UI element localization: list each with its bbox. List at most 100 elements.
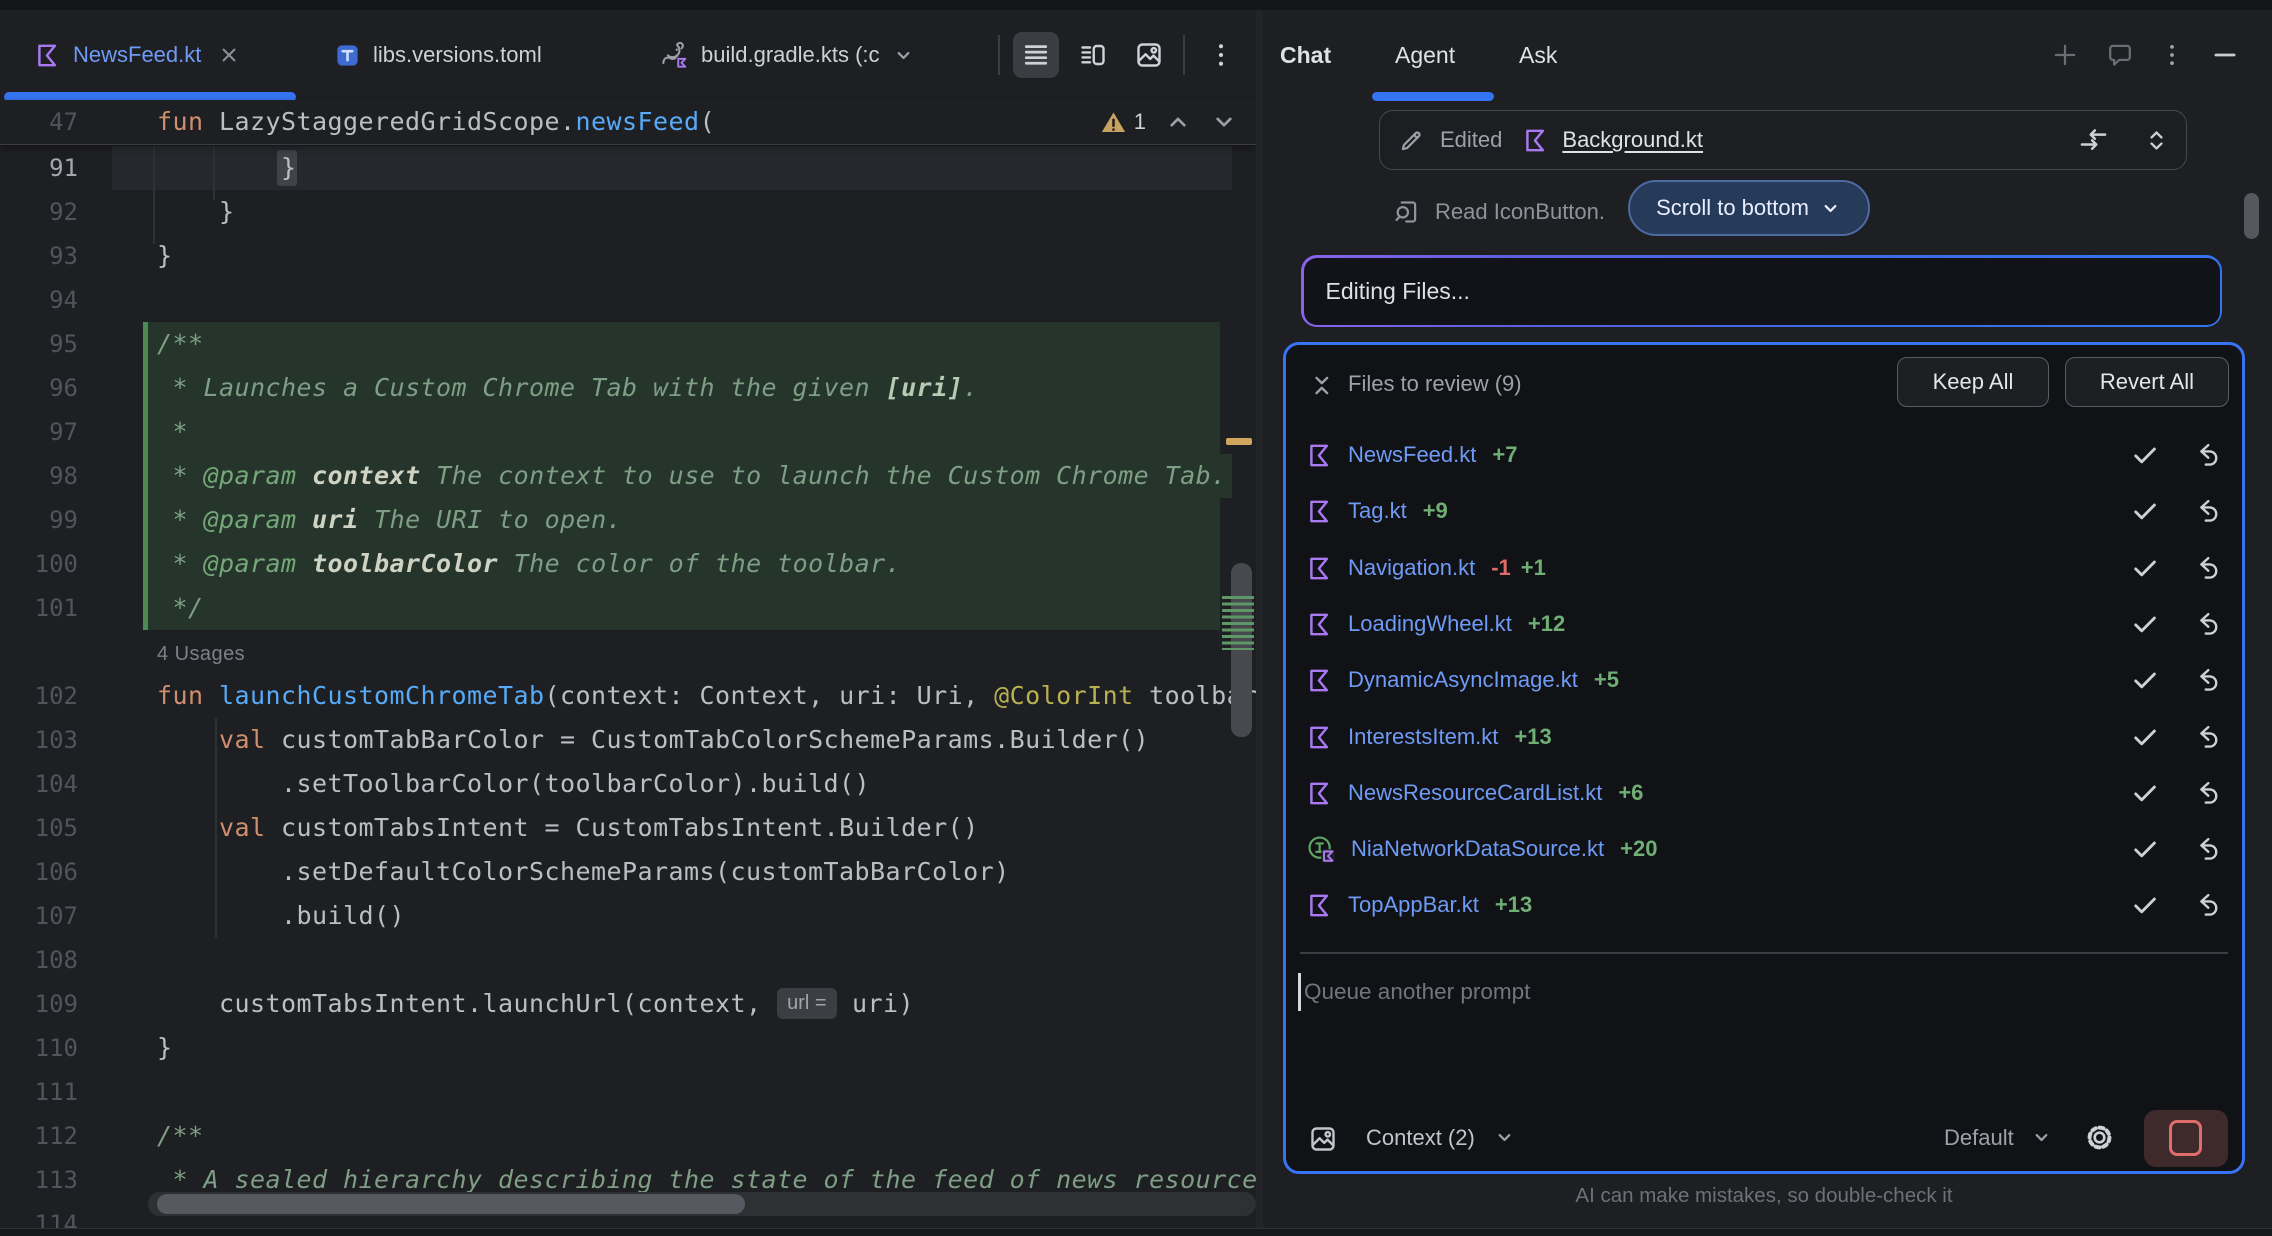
editor-tab-libs[interactable]: libs.versions.toml — [310, 10, 615, 100]
more-kebab-icon[interactable] — [1198, 32, 1244, 78]
chevron-down-icon — [1493, 1126, 1516, 1149]
horizontal-scrollbar-thumb[interactable] — [157, 1194, 745, 1214]
review-file-row[interactable]: NewsFeed.kt+7 — [1286, 427, 2242, 483]
file-link[interactable]: DynamicAsyncImage.kt — [1348, 667, 1578, 693]
keep-all-button[interactable]: Keep All — [1897, 357, 2049, 407]
split-view-icon[interactable] — [1070, 32, 1116, 78]
file-link[interactable]: Navigation.kt — [1348, 555, 1475, 581]
chevron-down-icon[interactable] — [892, 44, 915, 67]
accept-check-icon[interactable] — [2130, 440, 2160, 470]
preview-image-icon[interactable] — [1126, 32, 1172, 78]
tab-label: build.gradle.kts (:c — [701, 42, 880, 68]
accept-check-icon[interactable] — [2130, 778, 2160, 808]
collapse-icon[interactable] — [1309, 372, 1336, 399]
context-dropdown[interactable]: Context (2) — [1366, 1108, 1516, 1168]
code-text: */ — [157, 586, 204, 630]
edited-file-link[interactable]: Background.kt — [1562, 127, 1703, 153]
pane-splitter[interactable] — [1256, 10, 1263, 1228]
ide-window: NewsFeed.ktlibs.versions.tomlbuild.gradl… — [0, 0, 2272, 1236]
added-lines-count: +13 — [1514, 724, 1551, 750]
review-file-row[interactable]: TopAppBar.kt+13 — [1286, 877, 2242, 933]
review-file-row[interactable]: Navigation.kt-1+1 — [1286, 540, 2242, 596]
edited-file-card[interactable]: Edited Background.kt — [1379, 110, 2187, 170]
list-view-icon[interactable] — [1013, 32, 1059, 78]
expand-collapse-icon[interactable] — [2142, 126, 2171, 155]
review-file-row[interactable]: NewsResourceCardList.kt+6 — [1286, 765, 2242, 821]
more-kebab-icon[interactable] — [2158, 41, 2186, 69]
review-file-row[interactable]: NiaNetworkDataSource.kt+20 — [1286, 821, 2242, 877]
revert-undo-icon[interactable] — [2190, 665, 2220, 695]
code-text: /** — [157, 1114, 204, 1158]
editor-vertical-scrollbar[interactable] — [1231, 563, 1252, 737]
prev-warning-chevron-up-icon[interactable] — [1164, 108, 1192, 136]
accept-check-icon[interactable] — [2130, 553, 2160, 583]
file-link[interactable]: Tag.kt — [1348, 498, 1407, 524]
new-chat-plus-icon[interactable] — [2051, 41, 2079, 69]
accept-check-icon[interactable] — [2130, 496, 2160, 526]
review-file-row[interactable]: DynamicAsyncImage.kt+5 — [1286, 652, 2242, 708]
accept-check-icon[interactable] — [2130, 609, 2160, 639]
search-file-icon — [1393, 198, 1421, 226]
edited-label: Edited — [1440, 127, 1502, 153]
attach-image-icon[interactable] — [1308, 1124, 1338, 1154]
revert-all-button[interactable]: Revert All — [2065, 357, 2229, 407]
code-editor[interactable]: 91 }92 }93}9495/**96 * Launches a Custom… — [0, 144, 1256, 1228]
kotlin-file-icon — [1306, 724, 1333, 751]
editor-pane[interactable]: NewsFeed.ktlibs.versions.toml build.gradl… — [0, 10, 1256, 1228]
accept-check-icon[interactable] — [2130, 890, 2160, 920]
code-text: .setDefaultColorSchemeParams(customTabBa… — [157, 850, 1010, 894]
accept-check-icon[interactable] — [2130, 665, 2160, 695]
line-number: 92 — [0, 190, 78, 234]
kotlin-file-icon — [1306, 780, 1333, 807]
open-diff-icon[interactable] — [2078, 125, 2109, 156]
kotlin-file-icon — [1306, 442, 1333, 469]
toml-file-icon — [334, 42, 361, 69]
file-link[interactable]: NewsResourceCardList.kt — [1348, 780, 1602, 806]
review-file-row[interactable]: Tag.kt+9 — [1286, 483, 2242, 539]
stop-button[interactable] — [2144, 1110, 2228, 1167]
added-lines-stripe-marks — [1222, 596, 1254, 650]
review-file-row[interactable]: InterestsItem.kt +13 — [1286, 709, 2242, 765]
read-file-entry[interactable]: Read IconButton. — [1393, 190, 1605, 234]
warning-stripe-mark[interactable] — [1226, 438, 1252, 445]
line-number: 102 — [0, 674, 78, 718]
accept-check-icon[interactable] — [2130, 722, 2160, 752]
tab-ask[interactable]: Ask — [1519, 10, 1557, 100]
file-link[interactable]: InterestsItem.kt — [1348, 724, 1498, 750]
file-link[interactable]: NiaNetworkDataSource.kt — [1351, 836, 1604, 862]
close-tab-icon[interactable] — [217, 43, 241, 67]
settings-gear-icon[interactable] — [2084, 1122, 2115, 1153]
minimize-icon[interactable] — [2211, 41, 2239, 69]
file-link[interactable]: LoadingWheel.kt — [1348, 611, 1512, 637]
usages-label[interactable]: 4 Usages — [157, 643, 245, 665]
file-link[interactable]: NewsFeed.kt — [1348, 442, 1476, 468]
revert-undo-icon[interactable] — [2190, 496, 2220, 526]
editor-tab-newsfeed[interactable]: NewsFeed.kt — [4, 10, 296, 100]
chat-bubble-icon[interactable] — [2106, 41, 2134, 69]
accept-check-icon[interactable] — [2130, 834, 2160, 864]
revert-undo-icon[interactable] — [2190, 778, 2220, 808]
panel-title-chat[interactable]: Chat — [1280, 10, 1331, 100]
file-link[interactable]: TopAppBar.kt — [1348, 892, 1479, 918]
revert-undo-icon[interactable] — [2190, 834, 2220, 864]
next-warning-chevron-down-icon[interactable] — [1210, 108, 1238, 136]
revert-undo-icon[interactable] — [2190, 440, 2220, 470]
model-dropdown[interactable]: Default — [1944, 1108, 2053, 1168]
scroll-to-bottom-label: Scroll to bottom — [1656, 195, 1809, 221]
code-line: 111 — [0, 1070, 1256, 1114]
tab-agent[interactable]: Agent — [1395, 10, 1455, 100]
line-number: 114 — [0, 1202, 78, 1228]
code-line: 104 .setToolbarColor(toolbarColor).build… — [0, 762, 1256, 806]
warning-badge[interactable]: 1 — [1100, 109, 1146, 136]
review-file-row[interactable]: LoadingWheel.kt+12 — [1286, 596, 2242, 652]
revert-undo-icon[interactable] — [2190, 890, 2220, 920]
code-line: 105 val customTabsIntent = CustomTabsInt… — [0, 806, 1256, 850]
usages-hint-row[interactable]: 4 Usages — [0, 630, 1256, 674]
editor-tab-build[interactable]: build.gradle.kts (:c — [645, 10, 997, 100]
scroll-to-bottom-button[interactable]: Scroll to bottom — [1628, 180, 1870, 236]
panel-scrollbar-thumb[interactable] — [2244, 193, 2259, 239]
revert-undo-icon[interactable] — [2190, 553, 2220, 583]
revert-undo-icon[interactable] — [2190, 722, 2220, 752]
sticky-code-line[interactable]: 47 fun LazyStaggeredGridScope.newsFeed( … — [0, 100, 1256, 145]
revert-undo-icon[interactable] — [2190, 609, 2220, 639]
